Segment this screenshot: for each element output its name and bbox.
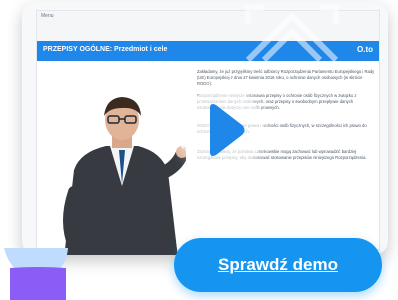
- content-paragraph: Zakładamy, że już przyjęliśmy treść odbi…: [197, 69, 375, 86]
- menu-label[interactable]: Menu: [41, 13, 54, 19]
- play-button[interactable]: [180, 88, 264, 172]
- demo-button-label: Sprawdź demo: [218, 255, 338, 274]
- decorative-blob: [4, 248, 68, 300]
- logo: O.to: [357, 45, 373, 54]
- presenter-illustration: [63, 97, 186, 255]
- lesson-title: PRZEPISY OGÓLNE: Przedmiot i cele: [43, 46, 168, 53]
- decorative-arrows-icon: [245, 5, 339, 62]
- tablet-frame: Menu PRZEPISY OGÓLNE: Przedmiot i cele O…: [22, 2, 388, 255]
- demo-button[interactable]: Sprawdź demo: [174, 238, 382, 292]
- play-icon: [210, 104, 245, 156]
